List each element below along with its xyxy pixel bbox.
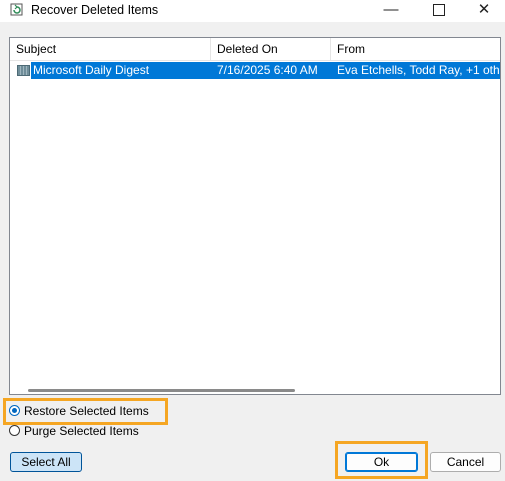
column-header-subject[interactable]: Subject (10, 38, 211, 60)
restore-highlight-box (3, 398, 168, 425)
column-header-from[interactable]: From (331, 38, 500, 60)
purge-radio[interactable] (9, 425, 20, 436)
list-item[interactable]: Microsoft Daily Digest 7/16/2025 6:40 AM… (16, 62, 500, 79)
deleted-items-list[interactable]: Subject Deleted On From Microsoft Daily … (9, 37, 501, 395)
list-header: Subject Deleted On From (10, 38, 500, 61)
minimize-button[interactable]: — (368, 0, 414, 22)
select-all-button[interactable]: Select All (10, 452, 82, 472)
cancel-button[interactable]: Cancel (430, 452, 501, 472)
ok-highlight-box (335, 441, 428, 479)
recover-items-icon (10, 3, 23, 16)
message-icon (17, 65, 30, 76)
title-bar: Recover Deleted Items — ✕ (0, 0, 505, 22)
minimize-icon: — (383, 1, 399, 18)
window-title: Recover Deleted Items (31, 3, 159, 17)
purge-label: Purge Selected Items (24, 424, 139, 438)
close-icon: ✕ (477, 1, 491, 18)
item-from: Eva Etchells, Todd Ray, +1 other (331, 62, 500, 79)
item-subject: Microsoft Daily Digest (31, 62, 211, 79)
column-header-deleted-on[interactable]: Deleted On (211, 38, 331, 60)
maximize-icon (433, 4, 445, 16)
maximize-button[interactable] (416, 0, 462, 22)
item-deleted-on: 7/16/2025 6:40 AM (211, 62, 331, 79)
close-button[interactable]: ✕ (461, 0, 505, 22)
horizontal-scrollbar[interactable] (28, 389, 295, 392)
